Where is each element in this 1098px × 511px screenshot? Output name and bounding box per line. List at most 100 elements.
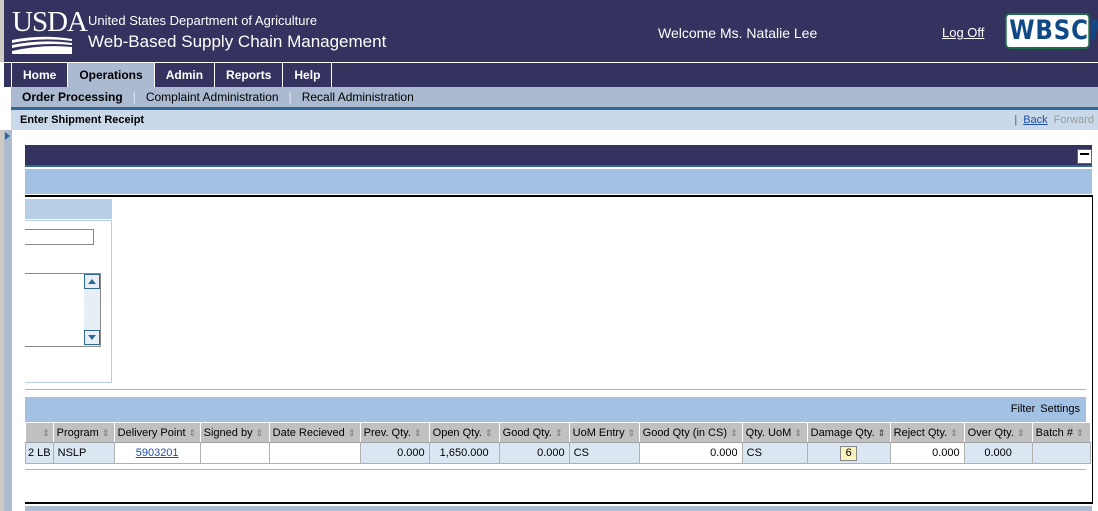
forward-link: Forward — [1053, 114, 1094, 126]
column-header[interactable]: Qty. UoM ⇕ — [741, 422, 808, 443]
sort-icon[interactable]: ⇕ — [730, 428, 738, 438]
column-header[interactable]: ⇕ — [25, 422, 54, 443]
section-header — [25, 145, 1092, 167]
welcome-text: Welcome Ms. Natalie Lee — [658, 25, 818, 41]
side-panel-toggle-bar[interactable] — [4, 130, 12, 511]
tab-operations[interactable]: Operations — [67, 63, 154, 87]
cell-date-received — [268, 442, 361, 464]
scroll-up-icon[interactable] — [84, 274, 100, 289]
cell-delivery-point: 5903201 — [113, 442, 201, 464]
shipment-table: ⇕ Program ⇕ Delivery Point ⇕ Signed by ⇕ Dat… — [25, 422, 1091, 464]
sort-icon[interactable]: ⇕ — [102, 428, 110, 438]
tab-reports[interactable]: Reports — [214, 63, 282, 87]
column-label: UoM Entry — [572, 426, 625, 439]
column-label: Batch # — [1035, 426, 1073, 439]
sort-icon[interactable]: ⇕ — [1076, 428, 1084, 438]
cell-damage-qty: 6 — [806, 442, 891, 464]
column-label: Signed by — [203, 426, 253, 439]
bottom-bar — [25, 506, 1092, 511]
filter-button[interactable]: Filter — [1011, 403, 1035, 415]
column-header[interactable]: Open Qty. ⇕ — [428, 422, 500, 443]
damage-qty-input[interactable]: 6 — [840, 445, 858, 461]
page-title: Enter Shipment Receipt — [11, 110, 1098, 130]
collapse-icon[interactable] — [1077, 149, 1092, 164]
sort-icon[interactable]: ⇕ — [1017, 428, 1025, 438]
settings-button[interactable]: Settings — [1040, 403, 1080, 415]
cell-signed-by — [199, 442, 270, 464]
sort-icon[interactable]: ⇕ — [628, 428, 636, 438]
column-label: Program — [56, 426, 99, 439]
delivery-point-link[interactable]: 5903201 — [136, 447, 179, 459]
reject-qty-input[interactable]: 0.000 — [889, 442, 965, 464]
cell-batch — [1031, 442, 1091, 464]
column-header[interactable]: Prev. Qty. ⇕ — [359, 422, 430, 443]
wbscm-logo: WBSCM — [1005, 13, 1098, 49]
cell-open-qty: 1,650.000 — [428, 442, 500, 464]
column-header[interactable]: Reject Qty. ⇕ — [889, 422, 965, 443]
cell-uom-entry: CS — [568, 442, 640, 464]
cell-over-qty: 0.000 — [963, 442, 1033, 464]
sort-icon[interactable]: ⇕ — [555, 428, 563, 438]
table-toolbar — [25, 397, 1086, 422]
panel-header — [25, 199, 112, 219]
section-subheader — [25, 169, 1092, 194]
sort-icon[interactable]: ⇕ — [794, 428, 802, 438]
tab-admin[interactable]: Admin — [153, 63, 214, 87]
scroll-down-icon[interactable] — [84, 330, 100, 345]
column-label: Delivery Point — [117, 426, 186, 439]
column-label: Date Recieved — [272, 426, 345, 439]
org-name: United States Department of Agriculture — [88, 13, 318, 28]
table-header-row: ⇕ Program ⇕ Delivery Point ⇕ Signed by ⇕ Dat… — [25, 422, 1091, 443]
text-input[interactable] — [25, 229, 94, 245]
usda-logo-mark — [12, 36, 72, 54]
sort-icon[interactable]: ⇕ — [42, 428, 50, 438]
history-nav: | Back Forward — [1014, 110, 1094, 130]
sort-icon[interactable]: ⇕ — [189, 428, 197, 438]
column-label: Good Qty (in CS) — [642, 426, 727, 439]
divider — [25, 469, 1086, 470]
column-header[interactable]: Delivery Point ⇕ — [113, 422, 201, 443]
column-label: Over Qty. — [967, 426, 1014, 439]
column-label: Prev. Qty. — [363, 426, 411, 439]
column-header[interactable]: Batch # ⇕ — [1031, 422, 1091, 443]
app-header — [0, 0, 1098, 62]
column-label: Open Qty. — [432, 426, 482, 439]
sort-icon[interactable]: ⇕ — [256, 428, 264, 438]
table-row[interactable]: 2 LB NSLP 5903201 0.000 1,650.000 0.000 … — [25, 442, 1091, 464]
column-label: Qty. UoM — [745, 426, 792, 439]
column-header[interactable]: Program ⇕ — [52, 422, 115, 443]
column-header[interactable]: Over Qty. ⇕ — [963, 422, 1033, 443]
column-header[interactable]: Good Qty (in CS) ⇕ — [638, 422, 743, 443]
column-header[interactable]: Damage Qty. ⇕ — [806, 422, 891, 443]
tab-home[interactable]: Home — [11, 63, 67, 87]
cell-program: NSLP — [52, 442, 115, 464]
subnav-recall-administration[interactable]: Recall Administration — [302, 90, 414, 104]
sort-icon[interactable]: ⇕ — [414, 428, 422, 438]
sort-icon[interactable]: ⇕ — [485, 428, 493, 438]
divider: | — [288, 90, 292, 104]
good-qty-cs-input[interactable]: 0.000 — [638, 442, 743, 464]
column-label: Good Qty. — [502, 426, 552, 439]
sort-icon[interactable]: ⇕ — [878, 428, 886, 438]
column-label: Reject Qty. — [893, 426, 948, 439]
column-label: Damage Qty. — [810, 426, 875, 439]
cell-prev-qty: 0.000 — [359, 442, 430, 464]
sort-icon[interactable]: ⇕ — [348, 428, 356, 438]
cell-good-qty: 0.000 — [498, 442, 570, 464]
main-tabs: Home Operations Admin Reports Help — [4, 62, 1098, 87]
column-header[interactable]: Date Recieved ⇕ — [268, 422, 361, 443]
subnav-order-processing[interactable]: Order Processing — [22, 90, 123, 104]
column-header[interactable]: Signed by ⇕ — [199, 422, 270, 443]
sort-icon[interactable]: ⇕ — [950, 428, 958, 438]
column-header[interactable]: Good Qty. ⇕ — [498, 422, 570, 443]
divider — [25, 389, 1086, 390]
column-header[interactable]: UoM Entry ⇕ — [568, 422, 640, 443]
log-off-link[interactable]: Log Off — [942, 25, 984, 40]
expand-arrow-icon[interactable] — [5, 132, 10, 140]
tab-help[interactable]: Help — [282, 63, 333, 87]
usda-logo: USDA — [12, 6, 88, 38]
back-link[interactable]: Back — [1023, 114, 1047, 126]
app-title: Web-Based Supply Chain Management — [88, 32, 387, 51]
subnav-complaint-administration[interactable]: Complaint Administration — [146, 90, 279, 104]
divider: | — [1014, 114, 1018, 126]
